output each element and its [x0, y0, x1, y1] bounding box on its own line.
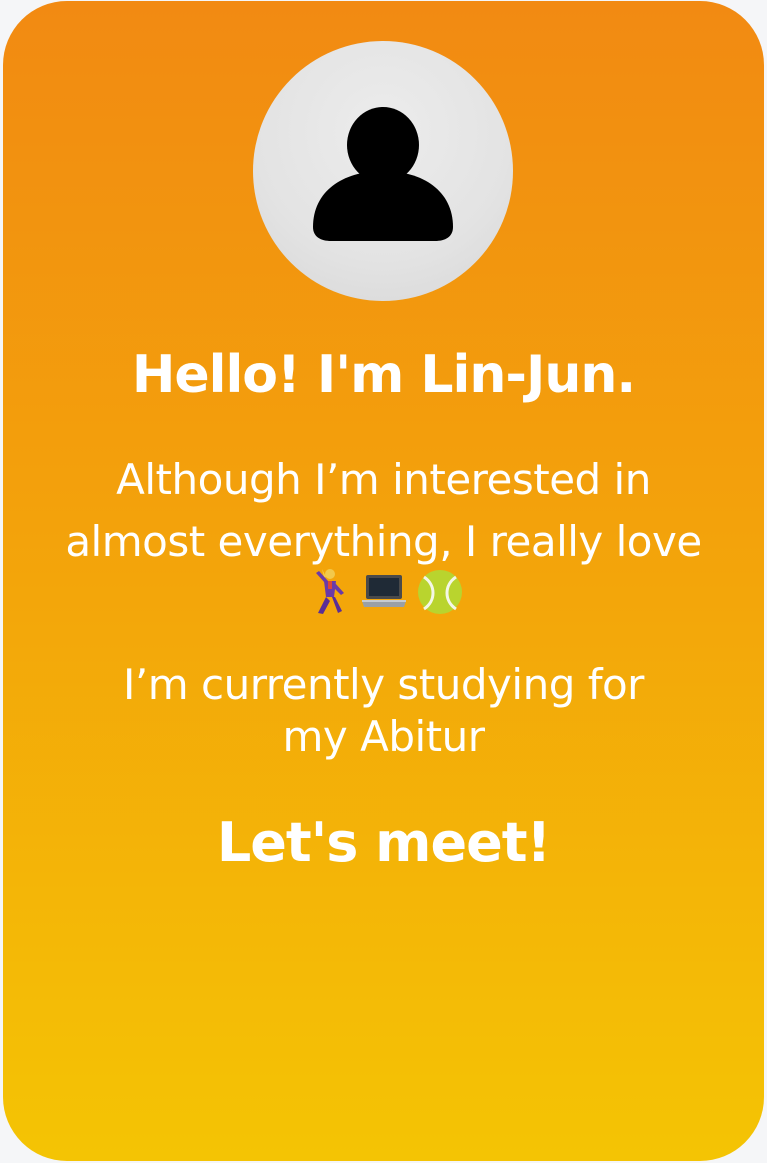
man-dancing-emoji [304, 567, 352, 617]
interests-emoji-row [3, 567, 764, 619]
laptop-emoji [360, 567, 408, 617]
intro-line-1: Although I’m interested in [116, 455, 651, 504]
profile-card: Hello! I'm Lin-Jun. Although I’m interes… [3, 1, 764, 1161]
tennis-ball-emoji [416, 567, 464, 617]
person-silhouette-icon [313, 107, 453, 241]
intro-line-2: almost everything, I really love [65, 517, 702, 566]
closing-heading: Let's meet! [216, 811, 551, 874]
study-line-1: I’m currently studying for [123, 660, 644, 709]
avatar [253, 41, 513, 301]
study-text: I’m currently studying for my Abitur [3, 659, 764, 763]
intro-text: Although I’m interested in almost everyt… [3, 449, 764, 573]
study-line-2: my Abitur [282, 712, 485, 761]
greeting-heading: Hello! I'm Lin-Jun. [131, 345, 636, 405]
